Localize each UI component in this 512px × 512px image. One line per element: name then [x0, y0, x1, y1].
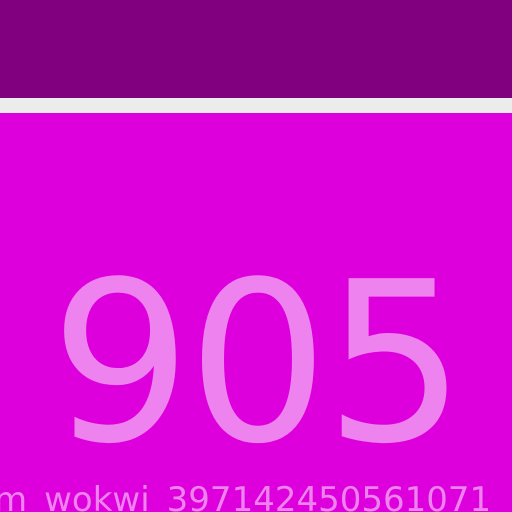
device-screen: 905 m_wokwi_397142450561071 — [0, 0, 512, 512]
top-bar — [0, 0, 512, 98]
device-id-label: m_wokwi_397142450561071 — [0, 480, 492, 512]
display-panel: 905 m_wokwi_397142450561071 — [0, 113, 512, 512]
counter-value: 905 — [50, 235, 466, 493]
